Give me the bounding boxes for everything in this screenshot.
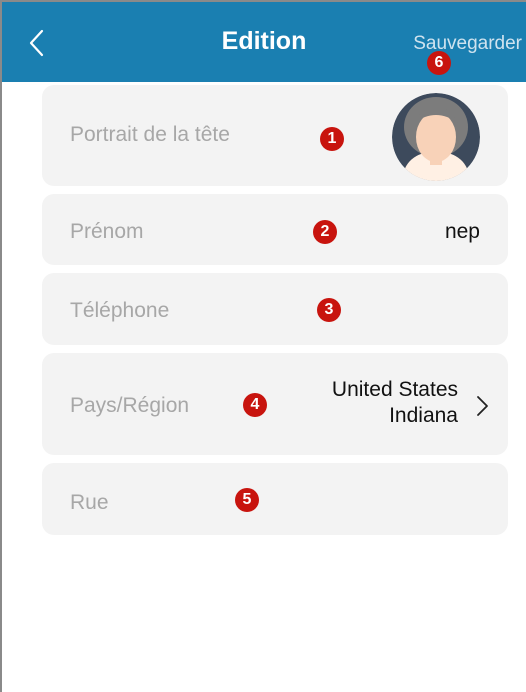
street-badge: 5 — [235, 488, 259, 512]
region-state: Indiana — [389, 404, 458, 427]
first-name-badge: 2 — [313, 220, 337, 244]
save-badge: 6 — [427, 51, 451, 75]
chevron-right-icon — [477, 396, 488, 416]
window-frame-left — [0, 0, 2, 692]
phone-row[interactable]: Téléphone 3 — [42, 273, 508, 345]
region-row[interactable]: Pays/Région 4 United States Indiana — [42, 353, 508, 455]
portrait-label: Portrait de la tête — [70, 123, 230, 146]
region-label: Pays/Région — [70, 394, 190, 417]
first-name-value[interactable]: nep — [445, 220, 480, 244]
region-country: United States — [331, 378, 458, 401]
phone-badge: 3 — [317, 298, 341, 322]
first-name-label: Prénom — [70, 220, 144, 243]
save-button[interactable]: Sauvegarder — [413, 33, 522, 55]
region-badge: 4 — [243, 393, 267, 417]
phone-label: Téléphone — [70, 299, 170, 322]
street-label: Rue — [70, 491, 109, 514]
first-name-row[interactable]: Prénom 2 nep — [42, 194, 508, 265]
portrait-row[interactable]: Portrait de la tête 1 — [42, 85, 508, 186]
avatar-icon[interactable] — [392, 93, 480, 181]
street-row[interactable]: Rue 5 — [42, 463, 508, 535]
region-value: United States Indiana — [332, 377, 458, 429]
portrait-badge: 1 — [320, 127, 344, 151]
